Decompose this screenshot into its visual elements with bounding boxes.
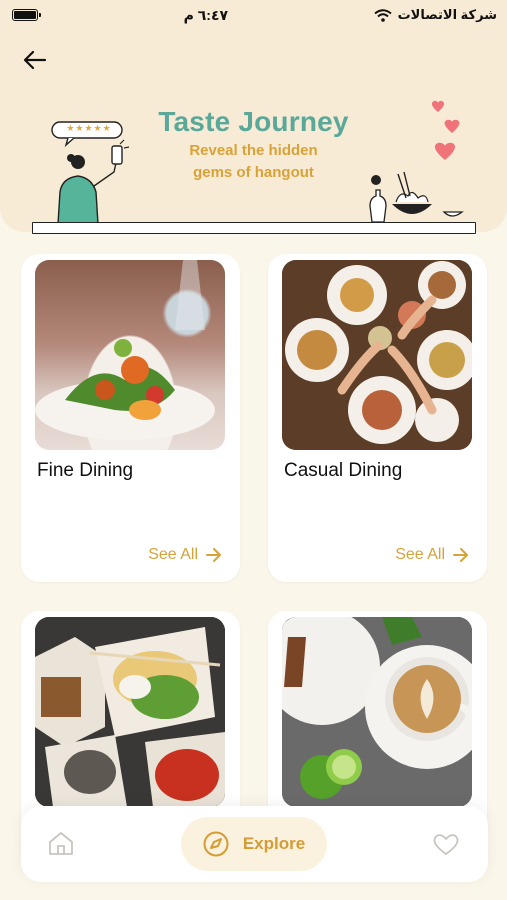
status-time: ٦:٤٧ م (183, 6, 229, 23)
see-all-link[interactable]: See All (148, 546, 222, 564)
bottom-navigation: Explore (21, 806, 488, 882)
back-button[interactable] (20, 46, 50, 74)
arrow-left-icon (23, 50, 47, 70)
nav-explore-label: Explore (242, 834, 306, 853)
wifi-icon (373, 8, 392, 22)
category-title: Casual Dining (284, 460, 403, 481)
see-all-label: See All (148, 546, 198, 563)
header-banner: ★★★★★ Taste Journey Reveal the hidden ge… (0, 0, 507, 232)
status-bar: ٦:٤٧ م شركة الاتصالات (0, 0, 507, 30)
counter-shelf (32, 222, 476, 234)
category-card-casual-dining[interactable]: Casual Dining See All (268, 254, 487, 582)
compass-icon (203, 831, 229, 857)
nav-favorites-button[interactable] (432, 832, 460, 861)
home-icon (49, 832, 73, 855)
arrow-right-icon (453, 548, 468, 562)
nav-home-button[interactable] (47, 830, 75, 861)
hearts-illustration (431, 100, 460, 160)
see-all-link[interactable]: See All (395, 546, 469, 564)
takeaway-photo (35, 617, 225, 807)
nav-explore-button[interactable]: Explore (181, 817, 327, 871)
battery-icon (12, 9, 41, 21)
category-card-fine-dining[interactable]: Fine Dining See All (21, 254, 240, 582)
heart-icon (433, 834, 459, 855)
arrow-right-icon (206, 548, 221, 562)
cafe-photo (282, 617, 472, 807)
fine-dining-photo (35, 260, 225, 450)
table-dishes-illustration (369, 171, 464, 223)
casual-dining-photo (282, 260, 472, 450)
category-title: Fine Dining (37, 460, 134, 481)
carrier-name: شركة الاتصالات (397, 7, 497, 22)
see-all-label: See All (395, 546, 445, 563)
